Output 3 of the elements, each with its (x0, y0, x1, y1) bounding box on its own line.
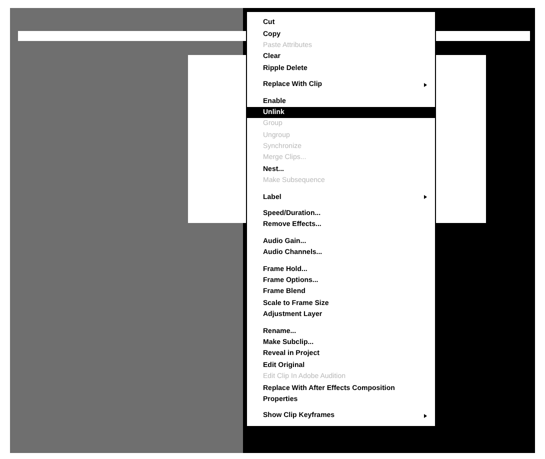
submenu-arrow-icon (424, 195, 427, 200)
submenu-arrow-icon (424, 414, 427, 418)
submenu-arrow-icon (424, 82, 427, 87)
